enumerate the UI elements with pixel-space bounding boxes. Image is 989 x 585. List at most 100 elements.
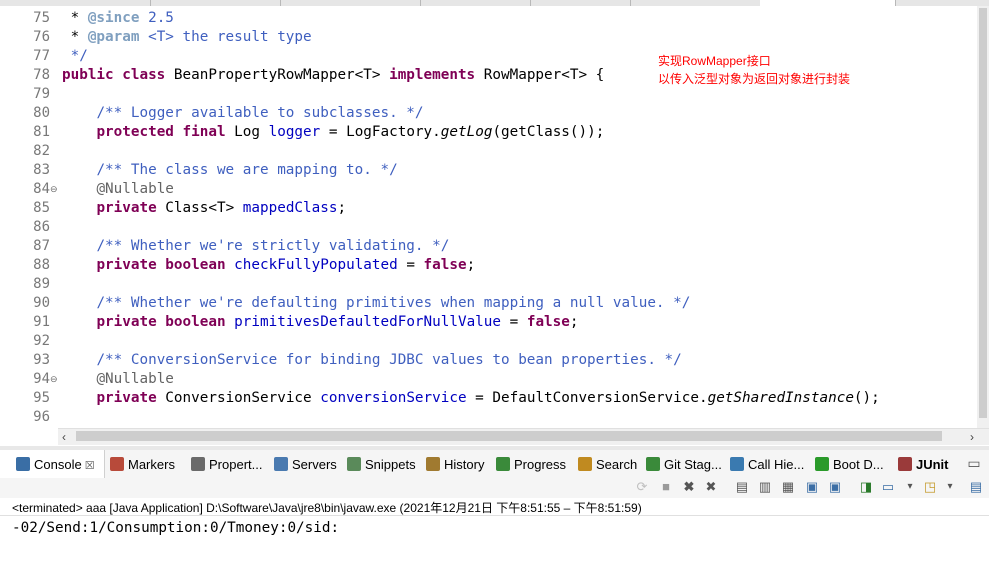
annotation-note: 实现RowMapper接口 以传入泛型对象为返回对象进行封装 xyxy=(658,52,850,88)
line-number: 89 xyxy=(33,276,50,292)
remove-launch-icon[interactable]: ✖ xyxy=(681,479,697,495)
minimize-icon[interactable]: ▭ xyxy=(966,455,982,471)
tab-label: History xyxy=(444,457,485,472)
scroll-lock-icon[interactable]: ▤ xyxy=(734,479,750,495)
search-icon xyxy=(578,457,592,471)
editor-horizontal-scroll-thumb[interactable] xyxy=(76,431,942,441)
code-line: /** Logger available to subclasses. */ xyxy=(96,105,424,121)
new-console-dropdown-icon[interactable]: ▾ xyxy=(942,479,958,495)
line-number: 76 xyxy=(33,29,50,45)
annotation-line-1: 实现RowMapper接口 xyxy=(658,54,771,68)
markers-icon xyxy=(110,457,124,471)
tab-call-hie[interactable]: Call Hie... xyxy=(730,455,804,475)
remove-all-terminated-icon[interactable]: ✖ xyxy=(703,479,719,495)
view-menu-icon[interactable]: ▤ xyxy=(968,479,984,495)
line-number: 79 xyxy=(33,86,50,102)
code-line: @Nullable xyxy=(96,181,174,197)
code-line: private Class<T> mappedClass; xyxy=(96,200,347,216)
code-line: /** The class we are mapping to. */ xyxy=(96,162,398,178)
line-number: 80 xyxy=(33,105,50,121)
console-icon xyxy=(16,457,30,471)
console-output-line: -02/Send:1/Consumption:0/Tmoney:0/sid: xyxy=(12,520,340,536)
tab-servers[interactable]: Servers xyxy=(274,455,337,475)
tab-label: Console xyxy=(34,457,82,472)
line-number: 84 xyxy=(33,181,50,197)
line-number: 96 xyxy=(33,409,50,425)
open-console-icon[interactable]: ◨ xyxy=(858,479,874,495)
tab-console[interactable]: Console ☒ xyxy=(16,455,95,475)
line-number: 75 xyxy=(33,10,50,26)
line-number: 93 xyxy=(33,352,50,368)
code-line: @Nullable xyxy=(96,371,174,387)
scroll-right-icon[interactable]: › xyxy=(970,430,974,444)
tab-search[interactable]: Search xyxy=(578,455,637,475)
line-number: 83 xyxy=(33,162,50,178)
show-on-stderr-icon[interactable]: ▣ xyxy=(827,479,843,495)
tab-label: Boot D... xyxy=(833,457,884,472)
code-line: private ConversionService conversionServ… xyxy=(96,390,880,406)
line-number: 92 xyxy=(33,333,50,349)
tab-label: Propert... xyxy=(209,457,263,472)
code-line: private boolean checkFullyPopulated = fa… xyxy=(96,257,476,273)
console-status: <terminated> aaa [Java Application] D:\S… xyxy=(12,501,642,515)
tab-label: Search xyxy=(596,457,638,472)
line-number: 94 xyxy=(33,371,50,387)
line-number: 90 xyxy=(33,295,50,311)
annotation-line-2: 以传入泛型对象为返回对象进行封装 xyxy=(658,72,851,86)
line-number: 77 xyxy=(33,48,50,64)
properties-icon xyxy=(191,457,205,471)
boot-dashboard-icon xyxy=(815,457,829,471)
progress-icon xyxy=(496,457,510,471)
close-icon[interactable]: ☒ xyxy=(82,460,95,472)
line-number: 78 xyxy=(33,67,50,83)
tab-label: Servers xyxy=(292,457,337,472)
tab-markers[interactable]: Markers xyxy=(110,455,175,475)
fold-toggle-icon[interactable]: ⊖ xyxy=(50,180,58,199)
show-on-stdout-icon[interactable]: ▣ xyxy=(804,479,820,495)
tab-git-stag[interactable]: Git Stag... xyxy=(646,455,722,475)
code-line: protected final Log logger = LogFactory.… xyxy=(96,124,605,140)
tab-label: Git Stag... xyxy=(664,457,722,472)
code-line: * @since 2.5 xyxy=(62,10,174,26)
code-line: /** Whether we're strictly validating. *… xyxy=(96,238,450,254)
new-console-icon[interactable]: ◳ xyxy=(922,479,938,495)
code-line: private boolean primitivesDefaultedForNu… xyxy=(96,314,579,330)
pin-console-icon[interactable]: ⟳ xyxy=(634,479,650,495)
tab-propert[interactable]: Propert... xyxy=(191,455,262,475)
tab-label: Progress xyxy=(514,457,567,472)
word-wrap-icon[interactable]: ▥ xyxy=(757,479,773,495)
junit-icon xyxy=(898,457,912,471)
servers-icon xyxy=(274,457,288,471)
tab-label: Snippets xyxy=(365,457,416,472)
code-line: /** Whether we're defaulting primitives … xyxy=(96,295,691,311)
terminate-icon[interactable]: ■ xyxy=(658,479,674,495)
display-console-dropdown-icon[interactable]: ▾ xyxy=(902,479,918,495)
tab-junit[interactable]: JUnit xyxy=(898,455,949,475)
call-hierarchy-icon xyxy=(730,457,744,471)
line-number: 82 xyxy=(33,143,50,159)
line-number: 81 xyxy=(33,124,50,140)
editor-vertical-scroll-thumb[interactable] xyxy=(979,8,987,418)
line-number: 87 xyxy=(33,238,50,254)
line-number: 85 xyxy=(33,200,50,216)
code-line: /** ConversionService for binding JDBC v… xyxy=(96,352,682,368)
git-staging-icon xyxy=(646,457,660,471)
tab-label: Call Hie... xyxy=(748,457,805,472)
tab-history[interactable]: History xyxy=(426,455,484,475)
tab-label: JUnit xyxy=(916,457,949,472)
display-console-icon[interactable]: ▭ xyxy=(880,479,896,495)
line-number: 86 xyxy=(33,219,50,235)
tab-snippets[interactable]: Snippets xyxy=(347,455,416,475)
fold-toggle-icon[interactable]: ⊖ xyxy=(50,370,58,389)
tab-boot-d[interactable]: Boot D... xyxy=(815,455,884,475)
line-number-gutter: 75 76 77 78 79 80 81 82 83 84 ⊖ 85 86 87 88 89 90 91 92 93 9… xyxy=(0,6,58,428)
history-icon xyxy=(426,457,440,471)
tab-progress[interactable]: Progress xyxy=(496,455,566,475)
code-line: * @param <T> the result type xyxy=(62,29,312,45)
scroll-left-icon[interactable]: ‹ xyxy=(62,430,66,444)
line-number: 91 xyxy=(33,314,50,330)
snippets-icon xyxy=(347,457,361,471)
code-line: */ xyxy=(62,48,88,64)
clear-console-icon[interactable]: ▦ xyxy=(780,479,796,495)
line-number: 88 xyxy=(33,257,50,273)
